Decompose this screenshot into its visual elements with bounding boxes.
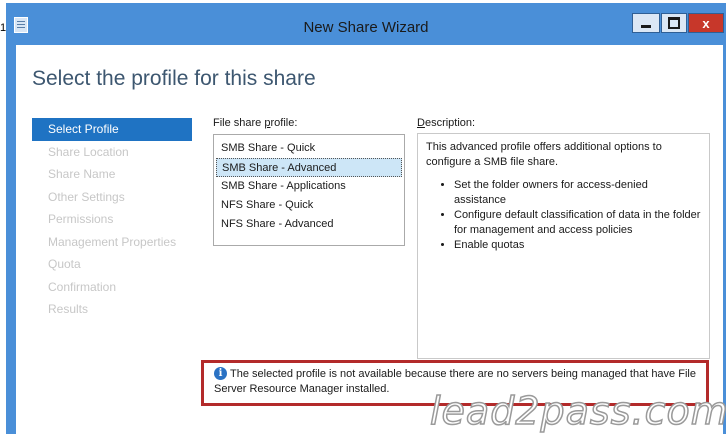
nav-step-other-settings: Other Settings: [48, 189, 125, 204]
nav-step-permissions: Permissions: [48, 212, 114, 226]
profile-option[interactable]: SMB Share - Applications: [216, 177, 402, 196]
close-icon: x: [702, 15, 710, 31]
profile-option[interactable]: NFS Share - Advanced: [216, 215, 402, 234]
nav-step-confirmation: Confirmation: [48, 279, 117, 294]
description-label-accesskey: D: [417, 117, 425, 129]
nav-step-select-profile[interactable]: Select Profile: [32, 118, 192, 141]
nav-step-share-location: Share Location: [48, 144, 129, 159]
profile-list-label: File share profile:: [213, 117, 297, 129]
close-button[interactable]: x: [688, 13, 724, 33]
wizard-window: New Share Wizard x Select the profile fo…: [6, 3, 726, 434]
description-bullet: Set the folder owners for access-denied …: [454, 178, 701, 208]
nav-step-quota: Quota: [48, 257, 81, 271]
minimize-icon: [641, 24, 651, 28]
profile-label-rest: rofile:: [270, 117, 298, 129]
nav-step-management-properties: Management Properties: [48, 234, 177, 249]
description-bullet: Enable quotas: [454, 238, 701, 253]
maximize-icon: [668, 17, 680, 29]
window-title: New Share Wizard: [303, 19, 429, 36]
nav-step-share-name: Share Name: [48, 167, 116, 181]
description-box: This advanced profile offers additional …: [417, 133, 710, 359]
profile-option-selected[interactable]: SMB Share - Advanced: [216, 158, 402, 177]
watermark: lead2pass.com: [429, 388, 726, 434]
description-label-rest: escription:: [424, 117, 476, 129]
description-bullet: Configure default classification of data…: [454, 208, 701, 238]
minimize-button[interactable]: [632, 13, 660, 33]
title-bar[interactable]: New Share Wizard x: [6, 3, 726, 47]
page-title: Select the profile for this share: [32, 67, 316, 90]
wizard-content: Select the profile for this share Select…: [16, 45, 723, 434]
description-bullets: Set the folder owners for access-denied …: [426, 178, 701, 253]
wizard-steps-nav: Select Profile Share Location Share Name…: [32, 118, 192, 321]
profile-label-text: File share: [213, 117, 265, 129]
maximize-button[interactable]: [661, 13, 687, 33]
profile-option[interactable]: NFS Share - Quick: [216, 196, 402, 215]
description-label: Description:: [417, 117, 475, 129]
profile-option[interactable]: SMB Share - Quick: [216, 139, 402, 158]
info-icon: i: [214, 367, 227, 380]
description-text: This advanced profile offers additional …: [426, 141, 662, 168]
profile-listbox[interactable]: SMB Share - Quick SMB Share - Advanced S…: [213, 134, 405, 246]
nav-step-results: Results: [48, 302, 89, 316]
